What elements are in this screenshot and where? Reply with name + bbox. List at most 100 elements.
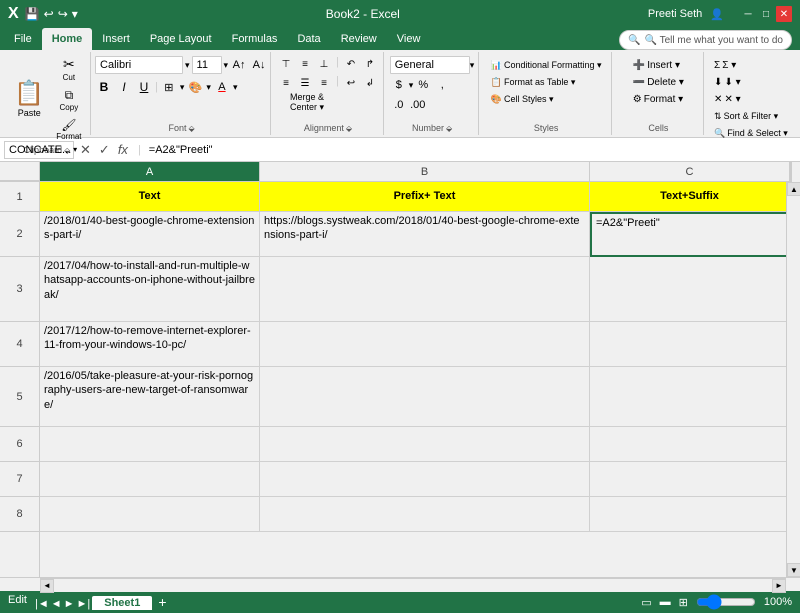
bold-button[interactable]: B <box>95 78 113 96</box>
decrease-font-button[interactable]: A↓ <box>250 56 268 74</box>
alignment-expand-icon[interactable]: ⬙ <box>346 124 352 133</box>
sheet-tab-1[interactable]: Sheet1 <box>92 596 152 610</box>
cell-b4[interactable] <box>260 322 590 367</box>
italic-button[interactable]: I <box>115 78 133 96</box>
font-name-dropdown-icon[interactable]: ▾ <box>185 60 190 71</box>
number-expand-icon[interactable]: ⬙ <box>446 124 452 133</box>
formula-confirm-button[interactable]: ✓ <box>97 142 112 158</box>
view-layout-icon[interactable]: ▬ <box>660 596 671 608</box>
cell-a4[interactable]: /2017/12/how-to-remove-internet-explorer… <box>40 322 260 367</box>
tab-insert[interactable]: Insert <box>92 28 140 50</box>
formula-input[interactable] <box>149 144 796 156</box>
scroll-track-v[interactable] <box>787 196 800 563</box>
cell-styles-button[interactable]: 🎨 Cell Styles ▾ <box>485 92 560 107</box>
clear-button[interactable]: ✕ ✕ ▾ <box>710 92 792 107</box>
cell-c3[interactable] <box>590 257 786 322</box>
cell-a8[interactable] <box>40 497 260 532</box>
text-direction-button[interactable]: ↶ <box>342 56 360 72</box>
insert-button[interactable]: ➕ Insert ▾ <box>629 58 688 73</box>
decrease-decimal-button[interactable]: .0 <box>390 96 408 114</box>
sum-button[interactable]: Σ Σ ▾ <box>710 58 792 73</box>
name-box-dropdown-icon[interactable]: ▾ <box>73 145 77 154</box>
cell-c8[interactable] <box>590 497 786 532</box>
fill-button[interactable]: ⬇ ⬇ ▾ <box>710 75 792 90</box>
row-header-2[interactable]: 2 <box>0 212 39 257</box>
format-as-table-button[interactable]: 📋 Format as Table ▾ <box>485 75 582 90</box>
currency-button[interactable]: $ <box>390 76 408 94</box>
currency-dropdown-icon[interactable]: ▾ <box>409 80 414 91</box>
cell-c1[interactable]: Text+Suffix <box>590 182 786 212</box>
minimize-button[interactable]: ─ <box>740 6 756 22</box>
cell-c2[interactable]: =A2&"Preeti" <box>590 212 786 257</box>
find-select-button[interactable]: 🔍 Find & Select ▾ <box>710 126 792 141</box>
increase-decimal-button[interactable]: .00 <box>409 96 427 114</box>
add-sheet-button[interactable]: + <box>158 594 166 610</box>
cell-b2[interactable]: https://blogs.systweak.com/2018/01/40-be… <box>260 212 590 257</box>
center-align-button[interactable]: ☰ <box>296 75 314 91</box>
cell-a7[interactable] <box>40 462 260 497</box>
right-align-button[interactable]: ≡ <box>315 75 333 91</box>
save-icon[interactable]: 💾 <box>25 7 40 21</box>
percent-button[interactable]: % <box>414 76 432 94</box>
number-dropdown-icon[interactable]: ▾ <box>470 60 475 71</box>
scroll-left-button[interactable]: ◄ <box>40 579 54 593</box>
tab-review[interactable]: Review <box>331 28 387 50</box>
number-format-input[interactable] <box>390 56 470 74</box>
col-header-a[interactable]: A <box>40 162 260 181</box>
bottom-align-button[interactable]: ⊥ <box>315 56 333 72</box>
vertical-scrollbar[interactable]: ▲ ▼ <box>786 182 800 577</box>
tab-formulas[interactable]: Formulas <box>222 28 288 50</box>
middle-align-button[interactable]: ≡ <box>296 56 314 72</box>
sheet-nav-next[interactable]: ► <box>64 598 75 610</box>
cell-b3[interactable] <box>260 257 590 322</box>
horizontal-scrollbar[interactable]: ◄ ► <box>40 578 786 592</box>
fill-color-button[interactable]: 🎨 <box>186 78 204 96</box>
font-name-input[interactable] <box>95 56 183 74</box>
row-header-1[interactable]: 1 <box>0 182 39 212</box>
undo-icon[interactable]: ↩ <box>44 7 54 21</box>
row-header-4[interactable]: 4 <box>0 322 39 367</box>
cell-a3[interactable]: /2017/04/how-to-install-and-run-multiple… <box>40 257 260 322</box>
left-align-button[interactable]: ≡ <box>277 75 295 91</box>
merge-center-button[interactable]: Merge & Center ▾ <box>277 94 337 110</box>
cell-a6[interactable] <box>40 427 260 462</box>
font-size-input[interactable] <box>192 56 222 74</box>
row-header-3[interactable]: 3 <box>0 257 39 322</box>
font-size-dropdown-icon[interactable]: ▾ <box>224 60 229 71</box>
format-button[interactable]: ⚙ Format ▾ <box>629 92 688 107</box>
tab-home[interactable]: Home <box>42 28 93 50</box>
cell-c4[interactable] <box>590 322 786 367</box>
cell-c5[interactable] <box>590 367 786 427</box>
cell-b7[interactable] <box>260 462 590 497</box>
redo-icon[interactable]: ↪ <box>58 7 68 21</box>
wrap-text-button[interactable]: ↩ <box>342 75 360 91</box>
share-icon[interactable]: 👤 <box>710 8 724 21</box>
scroll-track-h[interactable] <box>54 579 772 592</box>
row-header-7[interactable]: 7 <box>0 462 39 497</box>
row-header-8[interactable]: 8 <box>0 497 39 532</box>
format-painter-button[interactable]: 🖌 Format <box>52 116 85 143</box>
tab-data[interactable]: Data <box>287 28 330 50</box>
zoom-slider[interactable] <box>696 594 756 610</box>
tell-me-box[interactable]: 🔍 🔍 Tell me what you want to do <box>619 30 792 50</box>
top-align-button[interactable]: ⊤ <box>277 56 295 72</box>
sheet-nav-prev[interactable]: ◄ <box>51 598 62 610</box>
close-button[interactable]: ✕ <box>776 6 792 22</box>
tab-file[interactable]: File <box>4 28 42 50</box>
cell-b8[interactable] <box>260 497 590 532</box>
scroll-up-button[interactable]: ▲ <box>787 182 800 196</box>
indent-button[interactable]: ↱ <box>361 56 379 72</box>
view-normal-icon[interactable]: ▭ <box>641 596 651 609</box>
cell-b1[interactable]: Prefix+ Text <box>260 182 590 212</box>
copy-button[interactable]: ⧉ Copy <box>52 86 85 114</box>
cell-c6[interactable] <box>590 427 786 462</box>
name-box[interactable]: CONCATE... ▾ <box>4 141 74 159</box>
cell-c7[interactable] <box>590 462 786 497</box>
col-header-c[interactable]: C <box>590 162 790 181</box>
sheet-nav-last[interactable]: ►| <box>77 598 91 610</box>
scroll-down-button[interactable]: ▼ <box>787 563 800 577</box>
font-color-button[interactable]: A <box>213 78 231 96</box>
col-header-b[interactable]: B <box>260 162 590 181</box>
increase-font-button[interactable]: A↑ <box>230 56 248 74</box>
view-pagebreak-icon[interactable]: ⊞ <box>679 596 688 609</box>
